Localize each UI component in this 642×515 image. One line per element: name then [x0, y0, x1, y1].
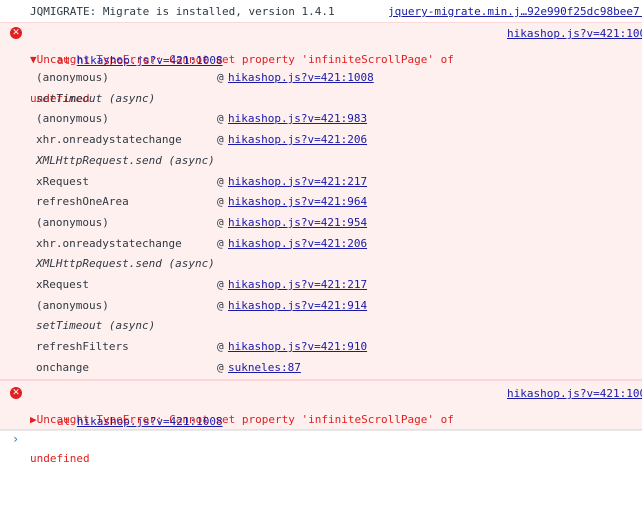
stack-function-name: xRequest — [36, 278, 89, 291]
stack-at-symbol: @ — [217, 133, 224, 147]
error-at-line-2: at hikashop.js?v=421:1008 — [57, 415, 223, 428]
stack-at-symbol: @ — [217, 195, 224, 209]
stack-location-link[interactable]: hikashop.js?v=421:964 — [228, 195, 367, 208]
async-separator: setTimeout (async) — [36, 319, 156, 333]
stack-function-name: refreshFilters — [36, 340, 129, 354]
stack-function-name: xRequest — [36, 174, 89, 188]
info-source-link[interactable]: jquery-migrate.min.j…92e990f25dc98bee7: — [388, 5, 642, 18]
stack-at-symbol: @ — [217, 71, 224, 84]
stack-location-link[interactable]: sukneles:87 — [228, 361, 301, 374]
error-icon: ✕ — [10, 387, 22, 399]
stack-location-link[interactable]: hikashop.js?v=421:983 — [228, 112, 367, 125]
stack-at-symbol: @ — [217, 236, 224, 250]
stack-at-symbol: @ — [217, 174, 224, 188]
stack-function-name: xhr.onreadystatechange — [36, 133, 182, 147]
console-prompt-icon[interactable]: › — [12, 432, 19, 446]
stack-at-symbol: @ — [217, 215, 224, 229]
stack-at-symbol: @ — [217, 360, 224, 374]
error-source-link[interactable]: hikashop.js?v=421:100 — [507, 27, 642, 40]
stack-function-name: (anonymous) — [36, 215, 109, 229]
error-message-line2: undefined — [30, 452, 90, 465]
stack-at-symbol: @ — [217, 340, 224, 354]
at-link[interactable]: hikashop.js?v=421:1008 — [77, 54, 223, 67]
stack-location-link[interactable]: hikashop.js?v=421:206 — [228, 133, 367, 146]
stack-at-symbol: @ — [217, 112, 224, 126]
async-separator: setTimeout (async) — [36, 91, 156, 105]
stack-location-link[interactable]: hikashop.js?v=421:217 — [228, 175, 367, 188]
stack-location-link[interactable]: hikashop.js?v=421:206 — [228, 237, 367, 250]
stack-location-link[interactable]: hikashop.js?v=421:910 — [228, 340, 367, 353]
error-toggle-2[interactable]: ▶Uncaught TypeError: Cannot set property… — [30, 387, 454, 491]
error-source-link-2[interactable]: hikashop.js?v=421:100 — [507, 387, 642, 400]
error-message-block-2: ✕ ▶Uncaught TypeError: Cannot set proper… — [0, 380, 642, 465]
error-at-line: at hikashop.js?v=421:1008 — [57, 54, 223, 67]
stack-function-name: refreshOneArea — [36, 195, 129, 209]
at-link[interactable]: hikashop.js?v=421:1008 — [77, 415, 223, 428]
stack-function-name: (anonymous) — [36, 298, 109, 312]
stack-function-name: (anonymous) — [36, 112, 109, 126]
at-label: at — [57, 415, 71, 428]
stack-function-name: xhr.onreadystatechange — [36, 236, 182, 250]
info-message: JQMIGRATE: Migrate is installed, version… — [30, 5, 335, 18]
console-info-row: JQMIGRATE: Migrate is installed, version… — [0, 0, 642, 23]
async-separator: XMLHttpRequest.send (async) — [36, 153, 215, 167]
stack-location-link[interactable]: hikashop.js?v=421:1008 — [228, 71, 374, 84]
error-icon: ✕ — [10, 27, 22, 39]
stack-location-link[interactable]: hikashop.js?v=421:914 — [228, 299, 367, 312]
error-message-block: ✕ ▼Uncaught TypeError: Cannot set proper… — [0, 22, 642, 380]
at-label: at — [57, 54, 71, 67]
stack-function-name: onchange — [36, 360, 89, 374]
async-separator: XMLHttpRequest.send (async) — [36, 257, 215, 271]
stack-location-link[interactable]: hikashop.js?v=421:954 — [228, 216, 367, 229]
prompt-divider — [0, 430, 642, 431]
stack-at-symbol: @ — [217, 278, 224, 291]
stack-location-link[interactable]: hikashop.js?v=421:217 — [228, 278, 367, 291]
stack-function-name: (anonymous) — [36, 71, 109, 84]
stack-at-symbol: @ — [217, 298, 224, 312]
